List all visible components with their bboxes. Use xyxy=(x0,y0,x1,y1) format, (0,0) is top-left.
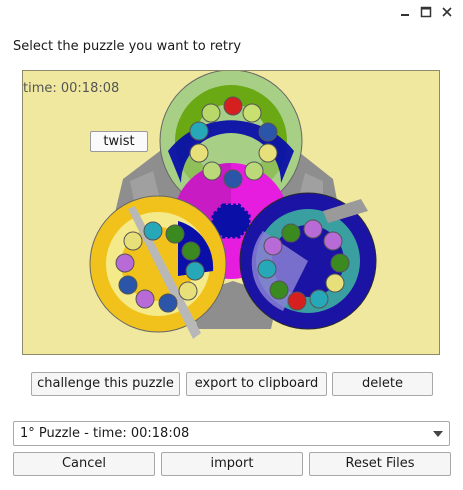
puzzle-preview[interactable]: time: 00:18:08 twist xyxy=(22,70,440,355)
puzzle-select-value: 1° Puzzle - time: 00:18:08 xyxy=(20,426,190,441)
reset-files-button[interactable]: Reset Files xyxy=(309,452,451,476)
cancel-button[interactable]: Cancel xyxy=(13,452,155,476)
import-button[interactable]: import xyxy=(161,452,303,476)
timer-label: time: 00:18:08 xyxy=(23,81,120,96)
puzzle-select[interactable]: 1° Puzzle - time: 00:18:08 xyxy=(13,421,450,446)
maximize-icon[interactable] xyxy=(418,4,434,20)
delete-button[interactable]: delete xyxy=(332,372,433,396)
export-button[interactable]: export to clipboard xyxy=(186,372,327,396)
close-icon[interactable] xyxy=(439,4,455,20)
twist-button[interactable]: twist xyxy=(90,131,148,152)
puzzle-graphic xyxy=(89,71,377,339)
prompt-label: Select the puzzle you want to retry xyxy=(13,39,242,54)
chevron-down-icon xyxy=(433,431,443,437)
challenge-button[interactable]: challenge this puzzle xyxy=(31,372,180,396)
minimize-icon[interactable] xyxy=(397,4,413,20)
